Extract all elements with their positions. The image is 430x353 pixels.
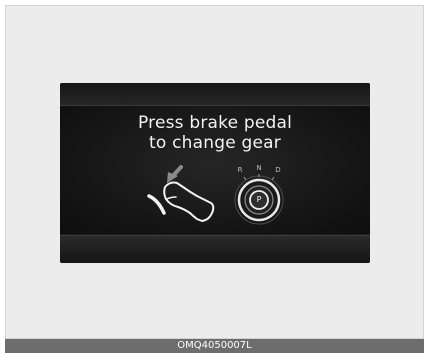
display-bottom-band xyxy=(60,235,370,263)
gear-label-d: D xyxy=(275,166,281,174)
gear-label-r: R xyxy=(237,166,243,174)
gear-label-n: N xyxy=(256,164,262,172)
message-line-1: Press brake pedal xyxy=(137,113,293,133)
figure-code: OMQ4050007L xyxy=(177,340,252,351)
figure-caption-bar: OMQ4050007L xyxy=(5,339,424,353)
display-top-band xyxy=(60,83,370,106)
gear-current-p: P xyxy=(256,195,262,204)
cluster-display xyxy=(60,83,370,263)
message-line-2: to change gear xyxy=(149,133,281,153)
